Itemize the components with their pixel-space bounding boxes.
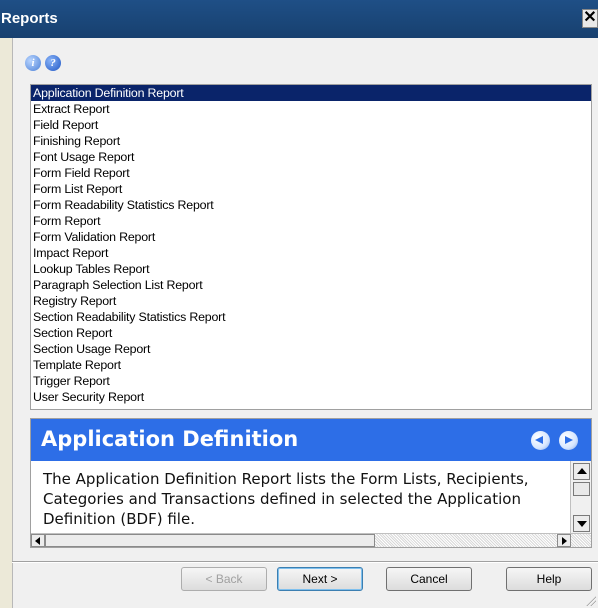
resize-grip[interactable] xyxy=(586,596,596,606)
description-header: Application Definition xyxy=(31,419,591,461)
description-panel: Application Definition The Application D… xyxy=(30,418,592,548)
scroll-up-button[interactable] xyxy=(573,463,590,480)
next-button[interactable]: Next > xyxy=(277,567,363,591)
report-list-item[interactable]: Form Report xyxy=(31,213,591,229)
report-list-item[interactable]: Form Validation Report xyxy=(31,229,591,245)
report-list-item[interactable]: Form List Report xyxy=(31,181,591,197)
description-horizontal-scrollbar[interactable] xyxy=(31,533,591,547)
next-report-button[interactable] xyxy=(559,431,578,450)
report-list-item[interactable]: Extract Report xyxy=(31,101,591,117)
report-list-item[interactable]: User Security Report xyxy=(31,389,591,405)
arrow-right-icon xyxy=(565,436,573,444)
report-list-item[interactable]: Application Definition Report xyxy=(31,85,591,101)
scroll-left-button[interactable] xyxy=(31,534,45,547)
help-button[interactable]: Help xyxy=(506,567,592,591)
report-list-item[interactable]: Paragraph Selection List Report xyxy=(31,277,591,293)
arrow-left-icon xyxy=(535,436,543,444)
report-list-item[interactable]: Field Report xyxy=(31,117,591,133)
report-list-item[interactable]: Form Field Report xyxy=(31,165,591,181)
report-list-item[interactable]: Lookup Tables Report xyxy=(31,261,591,277)
reports-window: Reports ✕ i ? Application Definition Rep… xyxy=(0,0,598,608)
report-list-item[interactable]: Impact Report xyxy=(31,245,591,261)
report-list-item[interactable]: Registry Report xyxy=(31,293,591,309)
vertical-scroll-thumb[interactable] xyxy=(573,482,590,496)
report-list[interactable]: Application Definition Report Extract Rep… xyxy=(30,84,592,410)
help-icon[interactable]: ? xyxy=(45,55,61,71)
title-bar[interactable]: Reports ✕ xyxy=(0,0,598,38)
close-button[interactable]: ✕ xyxy=(582,9,598,28)
report-list-item[interactable]: Section Report xyxy=(31,325,591,341)
cancel-button[interactable]: Cancel xyxy=(386,567,472,591)
scroll-down-button[interactable] xyxy=(573,515,590,532)
close-icon: ✕ xyxy=(583,9,597,26)
info-icon[interactable]: i xyxy=(25,55,41,71)
report-list-item[interactable]: Font Usage Report xyxy=(31,149,591,165)
back-button[interactable]: < Back xyxy=(181,567,267,591)
report-list-item[interactable]: Template Report xyxy=(31,357,591,373)
report-list-item[interactable]: Form Readability Statistics Report xyxy=(31,197,591,213)
description-title: Application Definition xyxy=(41,427,299,451)
footer-divider xyxy=(12,561,598,563)
report-list-item[interactable]: Section Usage Report xyxy=(31,341,591,357)
window-title: Reports xyxy=(1,10,58,27)
report-list-item[interactable]: Section Readability Statistics Report xyxy=(31,309,591,325)
scroll-right-button[interactable] xyxy=(557,534,571,547)
previous-report-button[interactable] xyxy=(531,431,550,450)
description-text: The Application Definition Report lists … xyxy=(43,470,529,528)
description-vertical-scrollbar[interactable] xyxy=(570,461,591,533)
report-list-item[interactable]: Finishing Report xyxy=(31,133,591,149)
horizontal-scroll-thumb[interactable] xyxy=(45,534,375,547)
report-list-item[interactable]: Trigger Report xyxy=(31,373,591,389)
